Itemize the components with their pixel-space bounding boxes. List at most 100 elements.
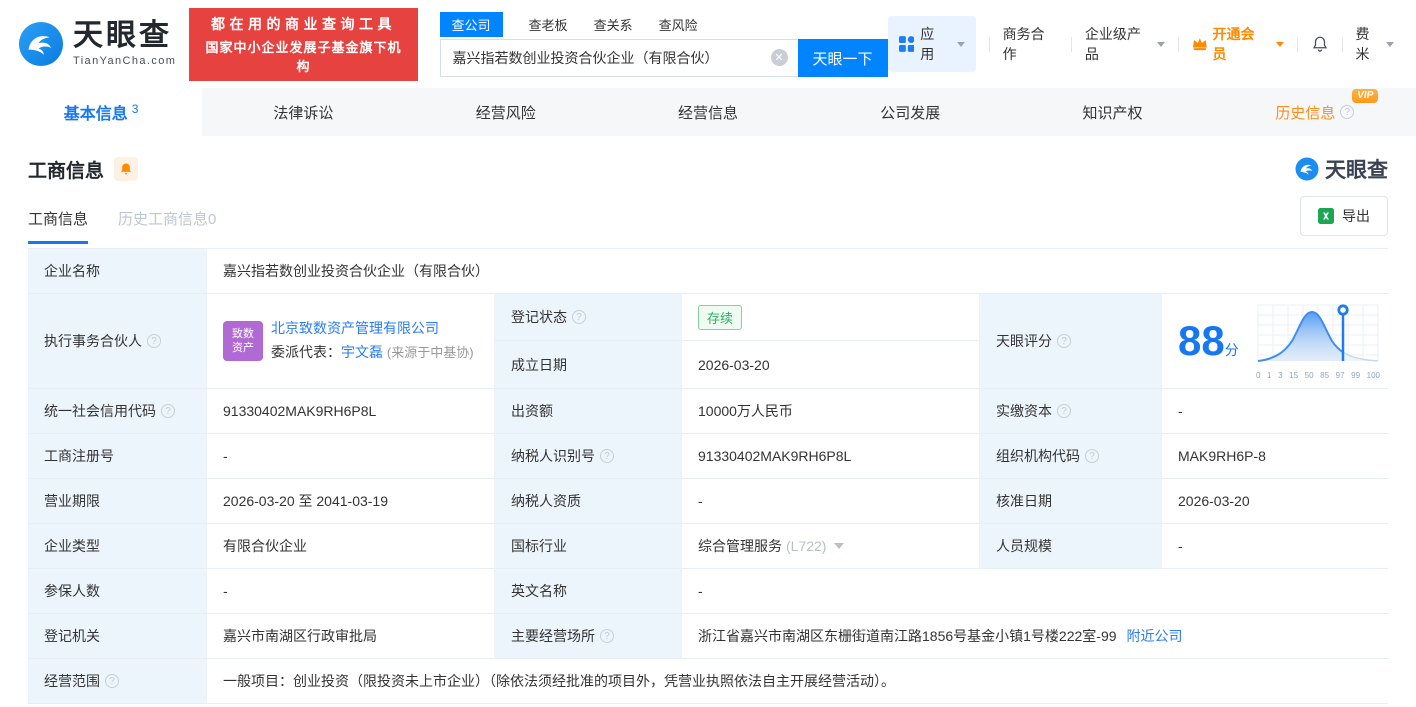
org-code-label: 组织机构代码 ?: [979, 434, 1161, 478]
brand-name: 天眼查: [73, 19, 172, 52]
bell-icon: [121, 163, 131, 175]
subtab-row: 工商信息 历史工商信息0 导出: [28, 196, 1388, 244]
header-nav: 应用 商务合作 企业级产品 开通会员 费米: [887, 16, 1394, 72]
subscribe-bell-button[interactable]: [114, 157, 139, 181]
approval-date-value: 2026-03-20: [1161, 479, 1388, 523]
tab-label: 历史信息: [1275, 104, 1336, 122]
slogan-line2: 国家中小企业发展子基金旗下机构: [205, 39, 402, 74]
premises-value: 浙江省嘉兴市南湖区东栅街道南江路1856号基金小镇1号楼222室-99 附近公司: [681, 614, 1388, 658]
tab-intellectual-property[interactable]: 知识产权: [1011, 88, 1213, 136]
tab-basic-info[interactable]: 基本信息 3: [0, 88, 203, 136]
table-row: 执行事务合伙人 ? 致数 资产 北京致数资产管理有限公司 委派代表：宇文磊 (来…: [28, 294, 1388, 389]
premises-label: 主要经营场所 ?: [494, 614, 681, 658]
export-button[interactable]: 导出: [1300, 196, 1388, 236]
help-icon[interactable]: ?: [1340, 105, 1355, 119]
apps-menu[interactable]: 应用: [887, 16, 976, 72]
registration-status-value: 存续: [681, 294, 979, 341]
tianyancha-swirl-icon: [1295, 157, 1319, 181]
rep-name-link[interactable]: 宇文磊: [341, 344, 383, 360]
export-label: 导出: [1342, 208, 1370, 224]
help-icon[interactable]: ?: [161, 404, 175, 418]
menu-business-cooperation[interactable]: 商务合作: [1003, 24, 1058, 64]
tab-operation-info[interactable]: 经营信息: [607, 88, 809, 136]
table-row: 参保人数 - 英文名称 -: [28, 569, 1388, 614]
uscc-label: 统一社会信用代码 ?: [28, 389, 206, 433]
executive-partner-value: 致数 资产 北京致数资产管理有限公司 委派代表：宇文磊 (来源于中基协): [206, 294, 494, 388]
tab-operation-risk[interactable]: 经营风险: [405, 88, 607, 136]
industry-value: 综合管理服务 (L722): [681, 524, 979, 568]
tab-history-info[interactable]: 历史信息 VIP ?: [1214, 88, 1416, 136]
approval-date-label: 核准日期: [979, 479, 1161, 523]
menu-enterprise-products[interactable]: 企业级产品: [1085, 24, 1165, 64]
notification-bell[interactable]: [1311, 35, 1329, 53]
insured-label: 参保人数: [28, 569, 206, 613]
apps-label: 应用: [920, 26, 935, 62]
partner-company-link[interactable]: 北京致数资产管理有限公司: [271, 320, 439, 336]
help-icon[interactable]: ?: [600, 629, 614, 643]
term-label: 营业期限: [28, 479, 206, 523]
tab-company-development[interactable]: 公司发展: [809, 88, 1011, 136]
subtab-history-business-info[interactable]: 历史工商信息0: [118, 208, 216, 244]
section-title: 工商信息: [28, 160, 105, 182]
org-code-value: MAK9RH6P-8: [1161, 434, 1388, 478]
excel-icon: [1318, 208, 1334, 224]
tianyan-score-label: 天眼评分 ?: [979, 294, 1161, 388]
chevron-down-icon[interactable]: [834, 543, 845, 549]
help-icon[interactable]: ?: [600, 449, 614, 463]
tianyan-score-value: 88分 0 1 3 15 50 85 97 99 100: [1161, 294, 1388, 388]
company-nav-tabs: 基本信息 3 法律诉讼 经营风险 经营信息 公司发展 知识产权 历史信息 VIP…: [0, 88, 1416, 136]
chevron-down-icon: [1385, 41, 1394, 47]
open-vip-button[interactable]: 开通会员: [1192, 24, 1284, 64]
rep-prefix: 委派代表：: [271, 344, 341, 360]
apps-grid-icon: [898, 36, 915, 52]
english-name-value: -: [681, 569, 1388, 613]
search-button[interactable]: 天眼一下: [797, 39, 888, 77]
top-header: 天眼查 TianYanCha.com 都在用的商业查询工具 国家中小企业发展子基…: [0, 0, 1416, 88]
help-icon[interactable]: ?: [147, 334, 161, 348]
section-header: 工商信息 天眼查: [28, 154, 1388, 184]
established-date-value: 2026-03-20: [681, 341, 979, 388]
tianyancha-swirl-icon: [18, 21, 64, 67]
score-axis: 0 1 3 15 50 85 97 99 100: [1256, 370, 1380, 380]
company-type-label: 企业类型: [28, 524, 206, 568]
help-icon[interactable]: ?: [572, 310, 586, 324]
label-text: 主要经营场所: [511, 628, 595, 644]
search-tab-company[interactable]: 查公司: [439, 11, 503, 37]
reg-no-label: 工商注册号: [28, 434, 206, 478]
brand-domain: TianYanCha.com: [73, 55, 177, 67]
clear-icon[interactable]: ✕: [770, 49, 788, 66]
bell-icon: [1312, 36, 1327, 52]
company-name-label: 企业名称: [28, 249, 206, 293]
staff-size-label: 人员规模: [979, 524, 1161, 568]
tianyancha-logo[interactable]: 天眼查 TianYanCha.com: [18, 21, 176, 67]
table-row: 经营范围 ? 一般项目：创业投资（限投资未上市企业）（除依法须经批准的项目外，凭…: [28, 659, 1388, 704]
search-tab-risk[interactable]: 查风险: [659, 15, 698, 34]
label-text: 天眼评分: [996, 333, 1052, 349]
company-name-value: 嘉兴指若数创业投资合伙企业（有限合伙）: [206, 249, 1388, 293]
tab-label: 经营风险: [475, 104, 536, 122]
company-type-value: 有限合伙企业: [206, 524, 494, 568]
label-text: 纳税人识别号: [511, 448, 595, 464]
help-icon[interactable]: ?: [105, 674, 119, 688]
tab-label: 知识产权: [1082, 104, 1143, 122]
search-input[interactable]: [439, 39, 798, 77]
help-icon[interactable]: ?: [1057, 334, 1071, 348]
search-tab-relation[interactable]: 查关系: [594, 15, 633, 34]
subtab-business-info[interactable]: 工商信息: [28, 208, 89, 244]
table-row: 登记机关 嘉兴市南湖区行政审批局 主要经营场所 ? 浙江省嘉兴市南湖区东栅街道南…: [28, 614, 1388, 659]
tab-label: 基本信息: [63, 106, 128, 123]
search-tab-boss[interactable]: 查老板: [529, 15, 568, 34]
industry-text: 综合管理服务: [698, 538, 782, 554]
help-icon[interactable]: ?: [1085, 449, 1099, 463]
paid-capital-label: 实缴资本 ?: [979, 389, 1161, 433]
registration-status-label: 登记状态 ?: [494, 294, 681, 341]
tab-legal-proceedings[interactable]: 法律诉讼: [202, 88, 404, 136]
business-scope-value: 一般项目：创业投资（限投资未上市企业）（除依法须经批准的项目外，凭营业执照依法自…: [206, 659, 1388, 703]
user-menu[interactable]: 费米: [1356, 24, 1394, 64]
vip-badge: VIP: [1352, 88, 1379, 103]
established-date-label: 成立日期: [494, 341, 681, 388]
tab-label: 经营信息: [677, 104, 738, 122]
nearby-companies-link[interactable]: 附近公司: [1127, 626, 1183, 646]
divider: [1296, 36, 1298, 52]
help-icon[interactable]: ?: [1057, 404, 1071, 418]
